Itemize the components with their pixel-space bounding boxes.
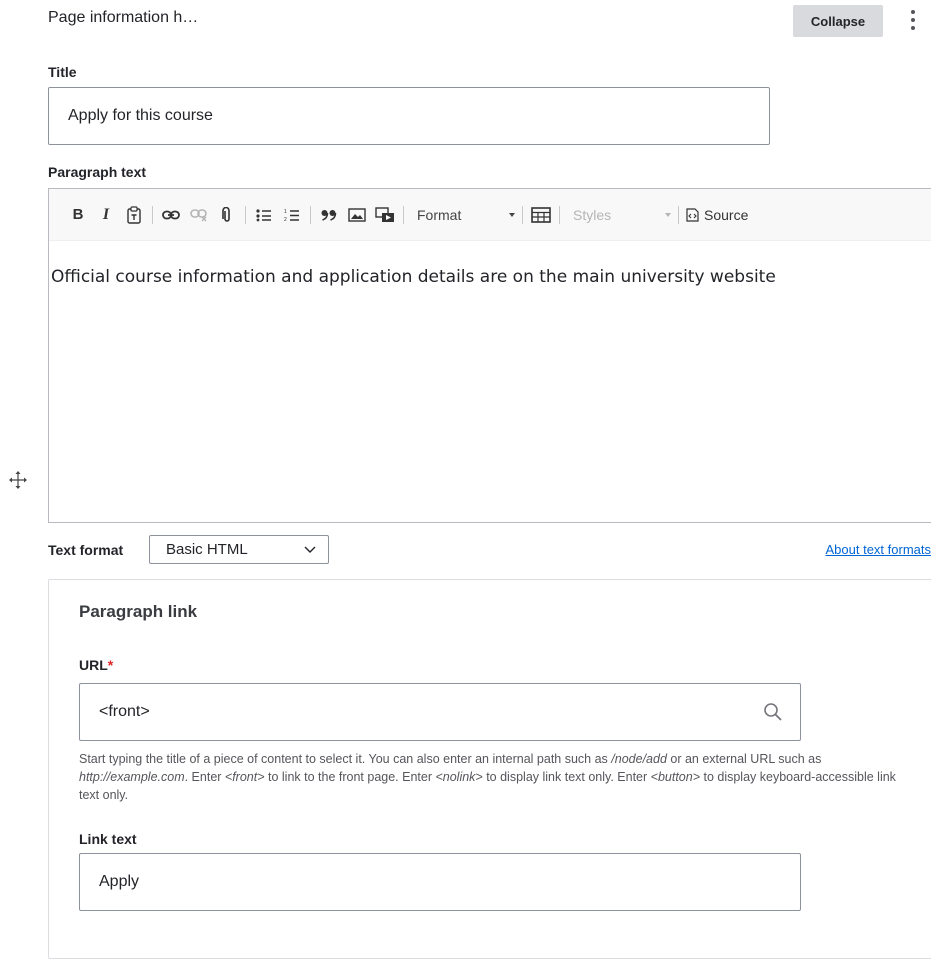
link-icon[interactable] xyxy=(160,203,182,227)
toolbar-separator xyxy=(403,206,404,224)
format-dropdown[interactable]: Format xyxy=(411,203,521,227)
url-input[interactable]: <front> xyxy=(79,683,801,741)
format-dropdown-label: Format xyxy=(417,207,461,223)
paragraph-text-label: Paragraph text xyxy=(48,163,146,181)
svg-text:2: 2 xyxy=(284,217,287,222)
url-label: URL* xyxy=(79,656,113,674)
source-button-label: Source xyxy=(704,207,748,223)
toolbar-separator xyxy=(152,206,153,224)
source-button[interactable]: Source xyxy=(686,207,748,223)
editor-content[interactable]: Official course information and applicat… xyxy=(51,265,921,289)
media-icon[interactable] xyxy=(374,203,396,227)
toolbar-separator xyxy=(559,206,560,224)
text-format-label: Text format xyxy=(48,541,123,559)
paragraph-link-title: Paragraph link xyxy=(79,602,197,622)
url-help-text: Start typing the title of a piece of con… xyxy=(79,750,909,804)
chevron-down-icon xyxy=(509,213,515,217)
chevron-down-icon xyxy=(665,213,671,217)
styles-dropdown[interactable]: Styles xyxy=(567,203,677,227)
link-text-input[interactable]: Apply xyxy=(79,853,801,911)
styles-dropdown-label: Styles xyxy=(573,207,611,223)
kebab-menu-icon[interactable] xyxy=(906,10,920,34)
toolbar-separator xyxy=(522,206,523,224)
bulleted-list-icon[interactable] xyxy=(253,203,275,227)
search-icon xyxy=(763,702,783,722)
link-text-label: Link text xyxy=(79,830,137,848)
about-text-formats-link[interactable]: About text formats xyxy=(826,542,931,557)
drag-handle-icon[interactable] xyxy=(8,470,28,490)
editor-toolbar: B I 12 Format xyxy=(49,189,931,241)
italic-button[interactable]: I xyxy=(95,203,117,227)
paragraph-text-editor[interactable]: B I 12 Format xyxy=(48,188,931,523)
text-format-selected: Basic HTML xyxy=(166,541,248,558)
title-label: Title xyxy=(48,63,77,81)
paste-text-icon[interactable] xyxy=(123,203,145,227)
title-input[interactable]: Apply for this course xyxy=(48,87,770,145)
text-format-select[interactable]: Basic HTML xyxy=(149,535,329,564)
url-label-text: URL xyxy=(79,657,108,673)
source-icon xyxy=(686,208,699,222)
blockquote-icon[interactable] xyxy=(318,203,340,227)
toolbar-separator xyxy=(245,206,246,224)
bold-button[interactable]: B xyxy=(67,203,89,227)
image-icon[interactable] xyxy=(346,203,368,227)
collapse-button[interactable]: Collapse xyxy=(793,5,883,37)
chevron-down-icon xyxy=(304,543,316,555)
toolbar-separator xyxy=(678,206,679,224)
table-icon[interactable] xyxy=(530,203,552,227)
unlink-icon[interactable] xyxy=(188,203,210,227)
svg-text:1: 1 xyxy=(284,209,287,215)
toolbar-separator xyxy=(310,206,311,224)
paragraph-summary-title: Page information h… xyxy=(48,8,198,28)
numbered-list-icon[interactable]: 12 xyxy=(281,203,303,227)
required-mark: * xyxy=(108,657,113,673)
attachment-icon[interactable] xyxy=(216,203,238,227)
